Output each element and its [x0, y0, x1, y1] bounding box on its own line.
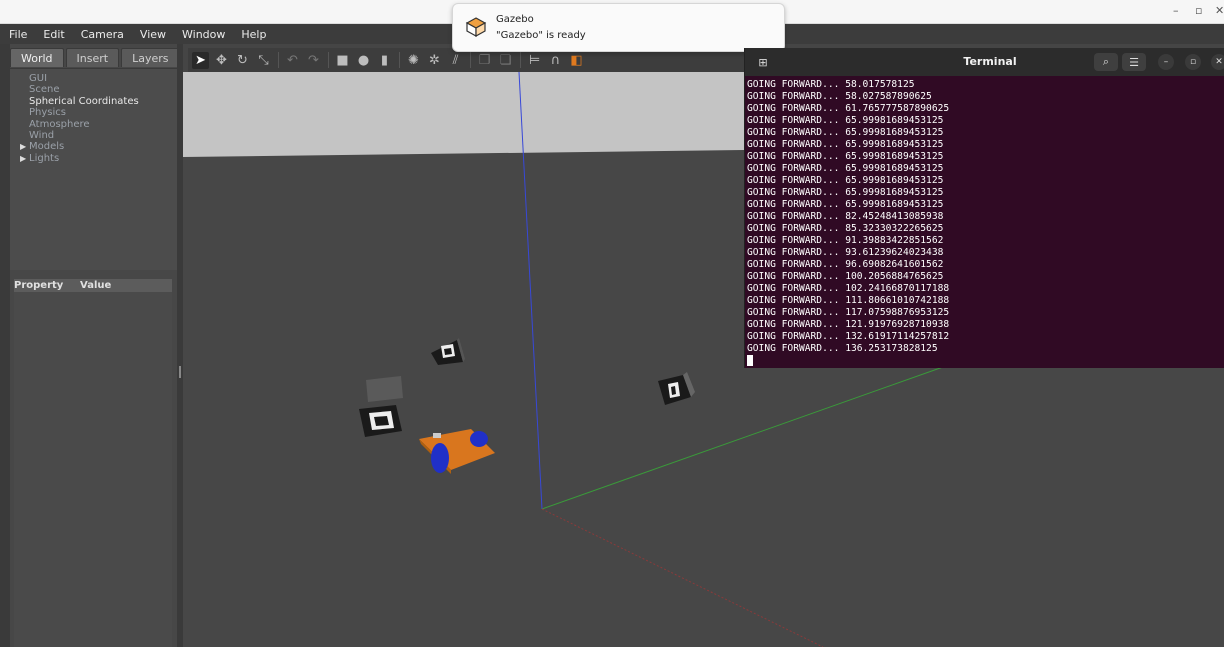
copy-icon[interactable]: ❐ [476, 52, 493, 69]
align-icon[interactable]: ⊨ [526, 52, 543, 69]
terminal-line: GOING FORWARD... 65.99981689453125 [747, 151, 944, 162]
terminal-window[interactable]: ⊞ Terminal ⌕ ☰ – ▫ ✕ GOING FORWARD... 58… [744, 48, 1224, 368]
terminal-line: GOING FORWARD... 65.99981689453125 [747, 199, 944, 210]
expand-arrow-icon[interactable]: ▶ [20, 141, 26, 152]
menu-edit[interactable]: Edit [40, 28, 67, 41]
terminal-line: GOING FORWARD... 121.91976928710938 [747, 319, 950, 330]
scale-icon[interactable]: ⤡ [255, 52, 272, 69]
notification-body: "Gazebo" is ready [496, 30, 586, 41]
terminal-line: GOING FORWARD... 132.61917114257812 [747, 331, 950, 342]
undo-icon[interactable]: ↶ [284, 52, 301, 69]
redo-icon[interactable]: ↷ [305, 52, 322, 69]
spot-light-icon[interactable]: ✲ [426, 52, 443, 69]
terminal-line: GOING FORWARD... 65.99981689453125 [747, 163, 944, 174]
terminal-line: GOING FORWARD... 85.32330322265625 [747, 223, 944, 234]
tree-item-models[interactable]: ▶ Models [12, 141, 177, 152]
notification-title: Gazebo [496, 14, 534, 25]
menu-file[interactable]: File [6, 28, 30, 41]
terminal-maximize-icon[interactable]: ▫ [1185, 54, 1201, 70]
terminal-line: GOING FORWARD... 58.027587890625 [747, 91, 932, 102]
maximize-icon[interactable]: ▫ [1195, 4, 1202, 17]
terminal-titlebar[interactable]: ⊞ Terminal ⌕ ☰ – ▫ ✕ [745, 48, 1224, 76]
tree-item-label: Wind [29, 129, 55, 141]
close-icon[interactable]: ✕ [1215, 4, 1224, 17]
left-edge [0, 44, 10, 647]
expand-arrow-icon[interactable]: ▶ [20, 153, 26, 164]
menu-window[interactable]: Window [179, 28, 228, 41]
terminal-line: GOING FORWARD... 100.2056884765625 [747, 271, 944, 282]
tree-item-scene[interactable]: Scene [12, 84, 177, 95]
property-table-body [14, 292, 172, 647]
change-view-icon[interactable]: ◧ [568, 52, 585, 69]
splitter-grip[interactable] [179, 366, 181, 378]
tree-item-lights[interactable]: ▶ Lights [12, 153, 177, 164]
toolbar-separator [470, 52, 471, 68]
paste-icon[interactable]: ❏ [497, 52, 514, 69]
tab-insert[interactable]: Insert [65, 48, 120, 67]
hamburger-menu-icon[interactable]: ☰ [1122, 53, 1146, 71]
box-shape-icon[interactable]: ■ [334, 52, 351, 69]
tree-item-wind[interactable]: Wind [12, 130, 177, 141]
snap-icon[interactable]: ∩ [547, 52, 564, 69]
terminal-title: Terminal [963, 55, 1017, 68]
terminal-line: GOING FORWARD... 58.017578125 [747, 79, 915, 90]
terminal-line: GOING FORWARD... 61.765777587890625 [747, 103, 950, 114]
tree-item-label: Physics [29, 107, 66, 119]
point-light-icon[interactable]: ✺ [405, 52, 422, 69]
menu-view[interactable]: View [137, 28, 169, 41]
tree-item-label: Scene [29, 84, 60, 96]
terminal-line: GOING FORWARD... 65.99981689453125 [747, 139, 944, 150]
tab-layers[interactable]: Layers [121, 48, 180, 67]
notification-toast[interactable]: Gazebo "Gazebo" is ready [452, 3, 785, 52]
terminal-line: GOING FORWARD... 117.07598876953125 [747, 307, 950, 318]
terminal-close-icon[interactable]: ✕ [1211, 54, 1224, 70]
tab-world[interactable]: World [10, 48, 64, 67]
terminal-line: GOING FORWARD... 65.99981689453125 [747, 175, 944, 186]
terminal-line: GOING FORWARD... 102.24166870117188 [747, 283, 950, 294]
terminal-output[interactable]: GOING FORWARD... 58.017578125 GOING FORWA… [747, 79, 949, 355]
value-column-header: Value [80, 280, 112, 291]
tree-item-atmosphere[interactable]: Atmosphere [12, 119, 177, 130]
tree-item-label: GUI [29, 73, 48, 84]
left-panel: World Insert Layers GUI Scene Spherical Coor… [10, 44, 180, 647]
tree-item-physics[interactable]: Physics [12, 107, 177, 118]
rotate-icon[interactable]: ↻ [234, 52, 251, 69]
search-icon[interactable]: ⌕ [1094, 53, 1118, 71]
tree-item-label: Atmosphere [29, 118, 90, 130]
terminal-line: GOING FORWARD... 96.69082641601562 [747, 259, 944, 270]
tree-item-label: Models [29, 141, 65, 153]
terminal-line: GOING FORWARD... 111.80661010742188 [747, 295, 950, 306]
terminal-line: GOING FORWARD... 91.39883422851562 [747, 235, 944, 246]
tree-item-label: Lights [29, 152, 60, 164]
toolbar-separator [278, 52, 279, 68]
terminal-line: GOING FORWARD... 65.99981689453125 [747, 115, 944, 126]
terminal-line: GOING FORWARD... 65.99981689453125 [747, 187, 944, 198]
menu-help[interactable]: Help [238, 28, 269, 41]
property-column-header: Property [14, 280, 64, 291]
gazebo-logo-icon [465, 17, 487, 38]
terminal-line: GOING FORWARD... 82.45248413085938 [747, 211, 944, 222]
directional-light-icon[interactable]: ⫽ [447, 52, 464, 69]
toolbar-separator [328, 52, 329, 68]
sphere-shape-icon[interactable]: ● [355, 52, 372, 69]
minimize-icon[interactable]: – [1173, 4, 1179, 17]
translate-icon[interactable]: ✥ [213, 52, 230, 69]
cylinder-shape-icon[interactable]: ▮ [376, 52, 393, 69]
toolbar-separator [520, 52, 521, 68]
terminal-line: GOING FORWARD... 136.253173828125 [747, 343, 938, 354]
panel-tabs: World Insert Layers [10, 48, 182, 68]
tree-item-spherical-coordinates[interactable]: Spherical Coordinates [12, 96, 177, 107]
tree-item-label: Spherical Coordinates [29, 95, 139, 107]
world-tree: GUI Scene Spherical Coordinates Physics Atmo… [10, 68, 177, 270]
menu-camera[interactable]: Camera [78, 28, 127, 41]
terminal-line: GOING FORWARD... 65.99981689453125 [747, 127, 944, 138]
tree-item-gui[interactable]: GUI [12, 73, 177, 84]
terminal-minimize-icon[interactable]: – [1158, 54, 1174, 70]
select-arrow-icon[interactable]: ➤ [192, 51, 209, 69]
terminal-cursor [747, 355, 753, 366]
terminal-line: GOING FORWARD... 93.61239624023438 [747, 247, 944, 258]
toolbar-separator [399, 52, 400, 68]
property-header: Property Value [14, 279, 172, 292]
